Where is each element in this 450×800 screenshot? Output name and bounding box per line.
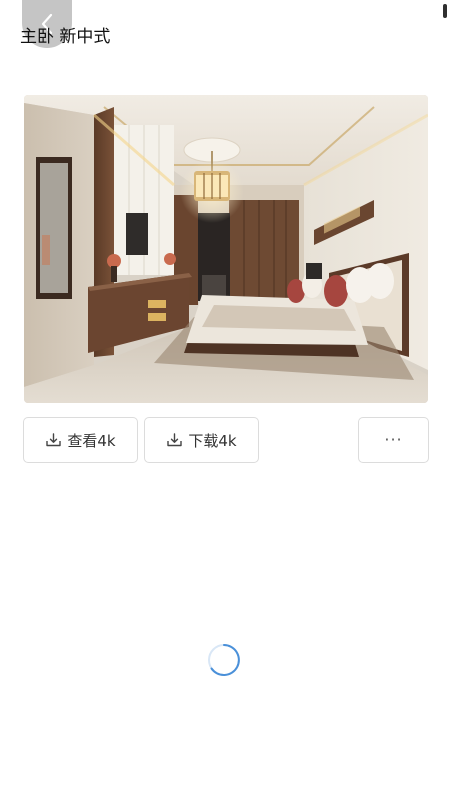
room-render-image[interactable] [24, 95, 428, 403]
download-tray-icon [45, 432, 62, 448]
view-4k-button[interactable]: 查看4k [23, 417, 138, 463]
page-title: 主卧 新中式 [20, 27, 111, 47]
download-4k-button[interactable]: 下载4k [144, 417, 259, 463]
scroll-indicator [443, 4, 447, 18]
download-4k-label: 下载4k [188, 431, 237, 450]
more-dots-icon: ··· [384, 430, 403, 449]
download-tray-icon [166, 432, 183, 448]
more-options-button[interactable]: ··· [358, 417, 429, 463]
loading-spinner-icon [207, 643, 241, 677]
view-4k-label: 查看4k [67, 431, 116, 450]
